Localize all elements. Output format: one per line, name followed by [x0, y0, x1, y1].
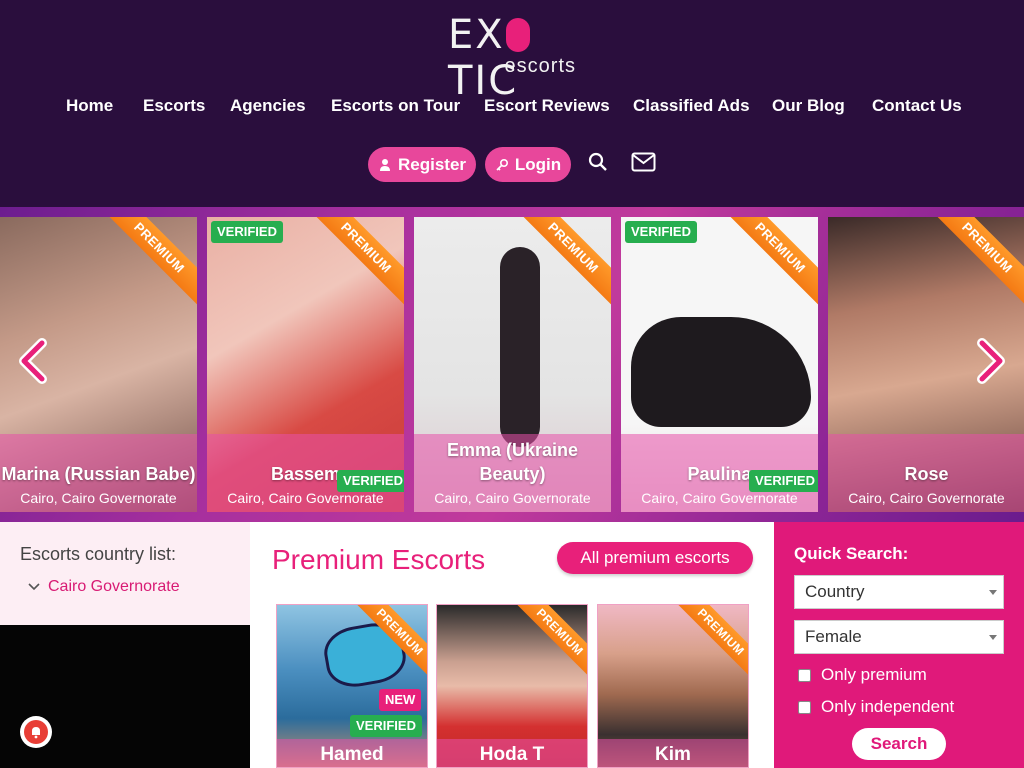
card-location: Cairo, Cairo Governorate: [20, 490, 177, 506]
dropdown-caret-icon: [989, 590, 997, 595]
premium-card[interactable]: PREMIUM Hoda T: [436, 604, 588, 768]
figure-silhouette: [500, 247, 540, 447]
carousel-card[interactable]: PREMIUM VERIFIED Bassem VERIFIED Cairo, …: [207, 217, 404, 512]
carousel-card[interactable]: PREMIUM Emma (Ukraine Beauty) Cairo, Cai…: [414, 217, 611, 512]
nav-classified-ads[interactable]: Classified Ads: [633, 94, 750, 118]
user-icon: [379, 158, 390, 171]
logo-subtitle: escorts: [504, 55, 576, 77]
premium-section-title: Premium Escorts: [272, 544, 486, 575]
dropdown-caret-icon: [989, 635, 997, 640]
card-name: Rose: [904, 464, 949, 484]
verified-badge: VERIFIED: [337, 470, 404, 492]
new-badge: NEW: [379, 689, 422, 711]
quick-search-panel: Quick Search: Country Female Only premiu…: [774, 522, 1024, 768]
checkbox-box[interactable]: [798, 700, 811, 714]
verified-badge: VERIFIED: [625, 221, 697, 243]
register-label: Register: [397, 154, 467, 174]
card-location: Cairo, Cairo Governorate: [434, 490, 591, 506]
main-nav: Home Escorts Agencies Escorts on Tour Es…: [0, 94, 1024, 118]
country-select[interactable]: Country: [794, 575, 1004, 609]
premium-card[interactable]: PREMIUM NEW VERIFIED Hamed: [276, 604, 428, 768]
key-icon: [496, 158, 508, 171]
card-location: Cairo, Cairo Governorate: [227, 490, 384, 506]
login-label: Login: [514, 154, 562, 174]
verified-badge: VERIFIED: [749, 470, 818, 492]
card-name: Kim: [598, 739, 748, 767]
card-location: Cairo, Cairo Governorate: [641, 490, 798, 506]
nav-our-blog[interactable]: Our Blog: [772, 94, 845, 118]
login-button[interactable]: Login: [485, 147, 571, 182]
bell-icon: [32, 727, 40, 739]
country-list-panel: Escorts country list: Cairo Governorate: [0, 522, 250, 625]
notification-bell-button[interactable]: [20, 716, 52, 748]
chevron-down-icon: [28, 583, 40, 591]
checkbox-box[interactable]: [798, 668, 811, 682]
card-location: Cairo, Cairo Governorate: [848, 490, 1005, 506]
logo-o-mark: [505, 18, 530, 52]
only-independent-checkbox[interactable]: Only independent: [798, 697, 954, 717]
verified-badge: VERIFIED: [211, 221, 283, 243]
mail-icon[interactable]: [631, 152, 656, 172]
country-select-value: Country: [805, 582, 865, 601]
premium-section: Premium Escorts All premium escorts PREM…: [250, 522, 774, 768]
carousel-card[interactable]: PREMIUM VERIFIED Paulina VERIFIED Cairo,…: [621, 217, 818, 512]
card-name: Hoda T: [437, 739, 587, 767]
country-list-label: Cairo Governorate: [48, 578, 180, 595]
card-name: Emma (Ukraine Beauty): [446, 440, 579, 484]
card-name: Hamed: [277, 739, 427, 767]
country-list-item[interactable]: Cairo Governorate: [28, 578, 180, 596]
nav-agencies[interactable]: Agencies: [230, 94, 306, 118]
register-button[interactable]: Register: [368, 147, 476, 182]
only-premium-checkbox[interactable]: Only premium: [798, 665, 927, 685]
gender-select[interactable]: Female: [794, 620, 1004, 654]
all-premium-button[interactable]: All premium escorts: [557, 542, 753, 574]
nav-escort-reviews[interactable]: Escort Reviews: [484, 94, 610, 118]
country-list-title: Escorts country list:: [20, 544, 177, 564]
nav-contact-us[interactable]: Contact Us: [872, 94, 962, 118]
nav-home[interactable]: Home: [66, 94, 113, 118]
quick-search-title: Quick Search:: [794, 544, 909, 563]
verified-badge: VERIFIED: [350, 715, 422, 737]
carousel-prev-arrow-icon[interactable]: [14, 337, 50, 385]
premium-card[interactable]: PREMIUM Kim: [597, 604, 749, 768]
search-button[interactable]: Search: [852, 728, 946, 760]
nav-escorts-on-tour[interactable]: Escorts on Tour: [331, 94, 460, 118]
card-name: Marina (Russian Babe): [1, 464, 196, 484]
only-premium-label: Only premium: [821, 665, 927, 684]
site-header: EXTIC escorts Home Escorts Agencies Esco…: [0, 0, 1024, 207]
only-independent-label: Only independent: [821, 697, 955, 716]
gender-select-value: Female: [805, 627, 862, 646]
carousel-next-arrow-icon[interactable]: [974, 337, 1010, 385]
site-logo[interactable]: EXTIC escorts: [448, 12, 578, 104]
search-icon[interactable]: [588, 152, 608, 172]
nav-escorts[interactable]: Escorts: [143, 94, 205, 118]
featured-carousel: PREMIUM Marina (Russian Babe) Cairo, Cai…: [0, 207, 1024, 522]
